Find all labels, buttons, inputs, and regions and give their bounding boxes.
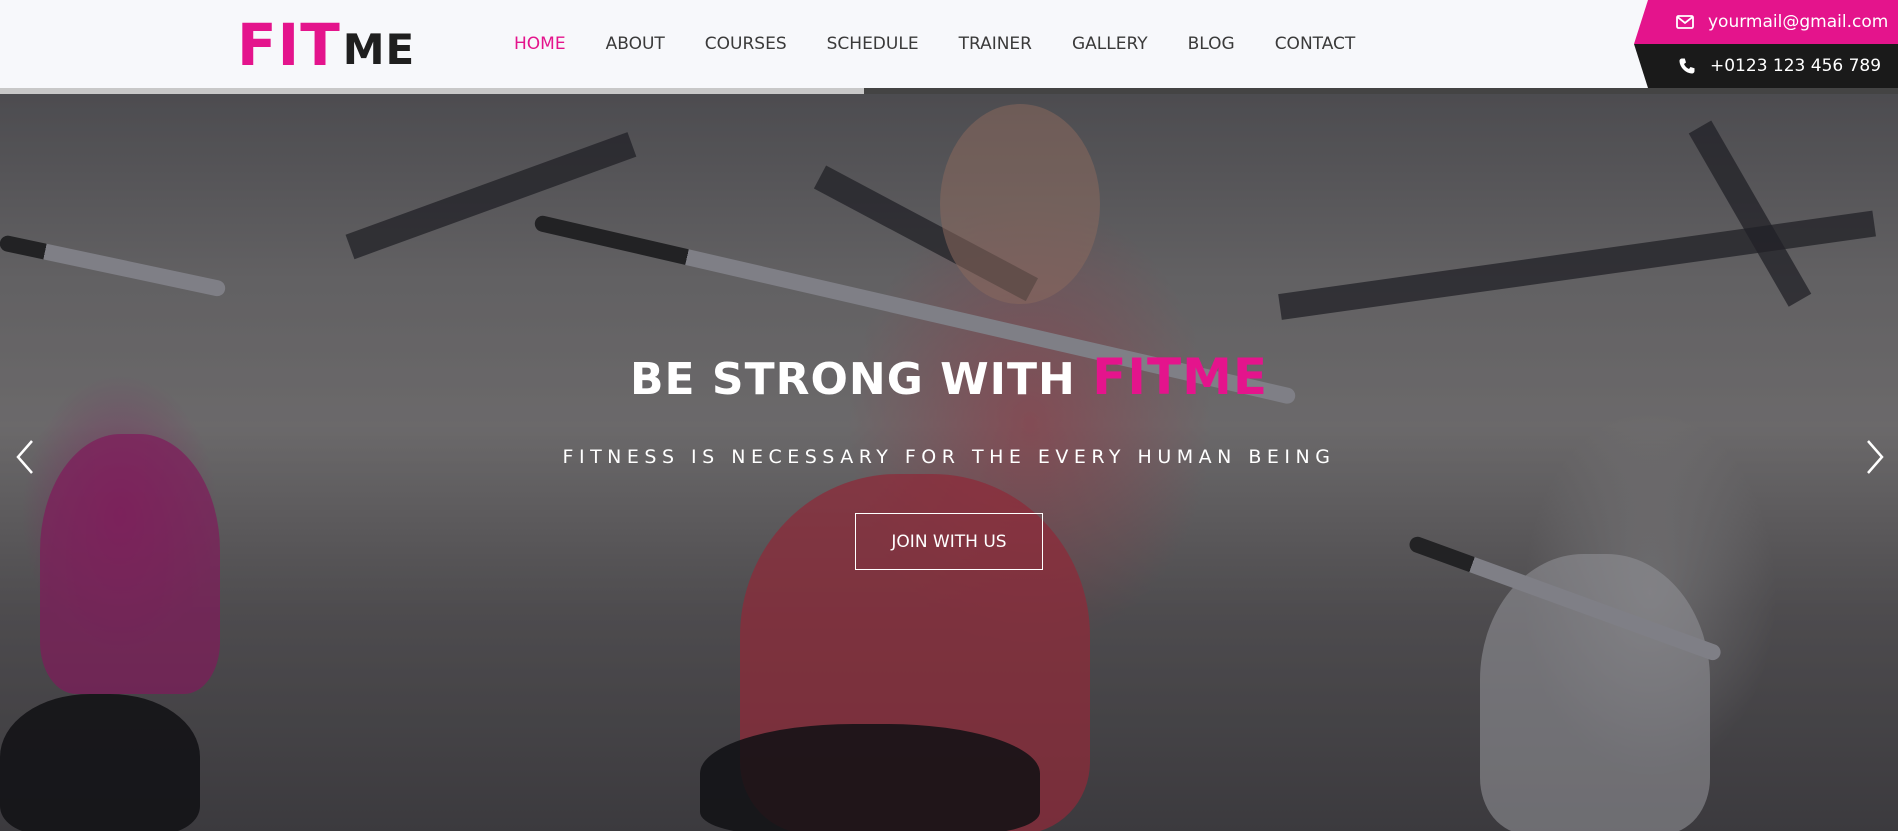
site-header: FIT ME HOME ABOUT COURSES SCHEDULE TRAIN… — [0, 0, 1898, 92]
nav-item-schedule[interactable]: SCHEDULE — [827, 34, 919, 54]
nav-item-blog[interactable]: BLOG — [1188, 34, 1235, 54]
slide-progress-fill — [0, 88, 864, 94]
logo-part-fit: FIT — [237, 11, 341, 79]
nav-item-about[interactable]: ABOUT — [606, 34, 665, 54]
logo[interactable]: FIT ME — [237, 14, 415, 74]
contact-phone[interactable]: +0123 123 456 789 — [1634, 44, 1898, 88]
main-nav: HOME ABOUT COURSES SCHEDULE TRAINER GALL… — [514, 0, 1395, 88]
nav-item-contact[interactable]: CONTACT — [1275, 34, 1356, 54]
nav-item-gallery[interactable]: GALLERY — [1072, 34, 1148, 54]
hero-title-brand: FITME — [1092, 348, 1268, 406]
contact-email[interactable]: yourmail@gmail.com — [1634, 0, 1898, 44]
hero-title: BE STRONG WITH FITME — [0, 348, 1898, 406]
contact-email-text: yourmail@gmail.com — [1708, 12, 1889, 32]
contact-phone-text: +0123 123 456 789 — [1710, 56, 1882, 76]
hero-slider: BE STRONG WITH FITME FITNESS IS NECESSAR… — [0, 94, 1898, 831]
slide-progress-bar — [0, 88, 1898, 94]
phone-icon — [1676, 57, 1698, 75]
envelope-icon — [1674, 15, 1696, 29]
nav-item-home[interactable]: HOME — [514, 34, 566, 54]
nav-item-trainer[interactable]: TRAINER — [959, 34, 1032, 54]
contact-info: yourmail@gmail.com +0123 123 456 789 — [1634, 0, 1898, 88]
logo-part-me: ME — [342, 25, 416, 74]
nav-item-courses[interactable]: COURSES — [705, 34, 787, 54]
join-button[interactable]: JOIN WITH US — [855, 513, 1043, 570]
hero-subtitle: FITNESS IS NECESSARY FOR THE EVERY HUMAN… — [562, 446, 1336, 468]
hero-title-prefix: BE STRONG WITH — [629, 354, 1076, 405]
